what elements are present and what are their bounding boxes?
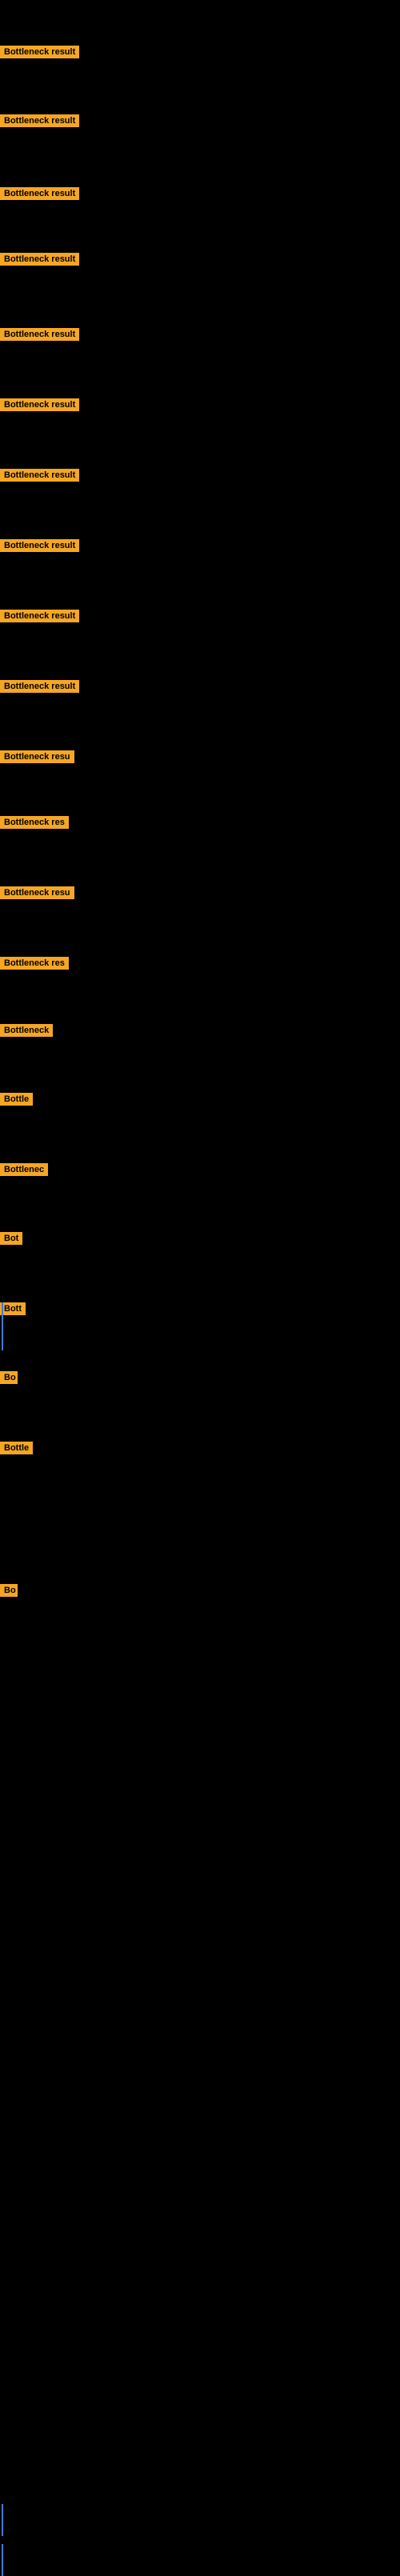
vertical-line xyxy=(2,1302,3,1350)
bottleneck-result-row: Bottleneck result xyxy=(0,114,79,131)
bottleneck-result-row: Bottleneck result xyxy=(0,680,79,697)
bottleneck-badge: Bot xyxy=(0,1232,22,1245)
bottleneck-badge: Bottleneck xyxy=(0,1024,53,1037)
bottleneck-result-row: Bottle xyxy=(0,1442,33,1458)
bottleneck-badge: Bottleneck result xyxy=(0,114,79,127)
bottleneck-result-row: Bot xyxy=(0,1232,22,1249)
bottleneck-badge: Bottleneck result xyxy=(0,610,79,622)
bottleneck-result-row: Bottlenec xyxy=(0,1163,48,1180)
bottleneck-result-row: Bottleneck xyxy=(0,1024,53,1041)
bottleneck-badge: Bo xyxy=(0,1584,18,1597)
bottleneck-result-row: Bottleneck res xyxy=(0,816,69,833)
bottleneck-badge: Bottleneck resu xyxy=(0,886,74,899)
bottleneck-result-row: Bottle xyxy=(0,1093,33,1110)
bottleneck-badge: Bott xyxy=(0,1302,26,1315)
bottleneck-badge: Bottleneck result xyxy=(0,253,79,266)
bottleneck-result-row: Bo xyxy=(0,1584,18,1601)
bottleneck-result-row: Bottleneck result xyxy=(0,253,79,270)
vertical-line xyxy=(2,2504,3,2536)
bottleneck-badge: Bottle xyxy=(0,1093,33,1106)
bottleneck-badge: Bo xyxy=(0,1371,18,1384)
bottleneck-result-row: Bo xyxy=(0,1371,18,1388)
bottleneck-result-row: Bottleneck result xyxy=(0,539,79,556)
bottleneck-result-row: Bott xyxy=(0,1302,26,1319)
bottleneck-badge: Bottleneck res xyxy=(0,816,69,829)
bottleneck-badge: Bottlenec xyxy=(0,1163,48,1176)
bottleneck-result-row: Bottleneck resu xyxy=(0,750,74,767)
bottleneck-result-row: Bottleneck result xyxy=(0,46,79,62)
bottleneck-badge: Bottleneck result xyxy=(0,539,79,552)
bottleneck-badge: Bottleneck result xyxy=(0,680,79,693)
bottleneck-badge: Bottleneck result xyxy=(0,46,79,58)
bottleneck-result-row: Bottleneck result xyxy=(0,469,79,486)
bottleneck-badge: Bottleneck resu xyxy=(0,750,74,763)
bottleneck-badge: Bottle xyxy=(0,1442,33,1454)
bottleneck-result-row: Bottleneck result xyxy=(0,328,79,345)
bottleneck-result-row: Bottleneck result xyxy=(0,187,79,204)
bottleneck-result-row: Bottleneck resu xyxy=(0,886,74,903)
bottleneck-result-row: Bottleneck res xyxy=(0,957,69,974)
site-title xyxy=(0,0,400,8)
bottleneck-result-row: Bottleneck result xyxy=(0,610,79,626)
bottleneck-badge: Bottleneck result xyxy=(0,328,79,341)
bottleneck-badge: Bottleneck result xyxy=(0,187,79,200)
bottleneck-badge: Bottleneck res xyxy=(0,957,69,970)
vertical-line xyxy=(2,2544,3,2576)
bottleneck-result-row: Bottleneck result xyxy=(0,398,79,415)
bottleneck-badge: Bottleneck result xyxy=(0,469,79,482)
bottleneck-badge: Bottleneck result xyxy=(0,398,79,411)
